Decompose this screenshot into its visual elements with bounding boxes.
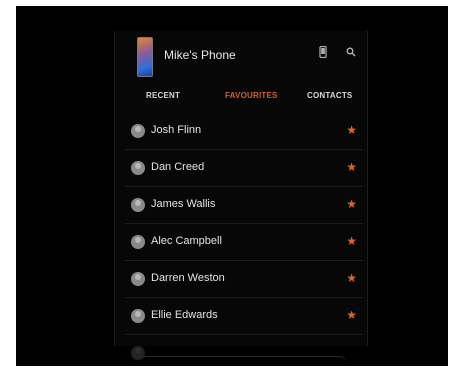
device-title: Mike's Phone xyxy=(164,48,236,62)
list-item[interactable]: Alec Campbell ★ xyxy=(125,224,363,261)
tab-contacts[interactable]: CONTACTS xyxy=(307,91,352,100)
star-icon[interactable]: ★ xyxy=(346,197,357,211)
phone-screen: Mike's Phone RECENT FAVOURITES CONTACTS xyxy=(16,6,448,366)
contact-name: Darren Weston xyxy=(151,272,225,284)
tab-bar: RECENT FAVOURITES CONTACTS xyxy=(115,91,367,107)
app-header: Mike's Phone xyxy=(115,31,367,81)
avatar xyxy=(131,161,145,175)
bottom-bezel xyxy=(134,356,346,363)
avatar xyxy=(131,235,145,249)
app-window: Mike's Phone RECENT FAVOURITES CONTACTS xyxy=(114,31,368,360)
star-icon[interactable]: ★ xyxy=(346,160,357,174)
star-icon[interactable]: ★ xyxy=(346,271,357,285)
avatar xyxy=(131,198,145,212)
contact-name: Alec Campbell xyxy=(151,235,222,247)
tab-recent[interactable]: RECENT xyxy=(146,91,180,100)
list-item[interactable]: Josh Flinn ★ xyxy=(125,113,363,150)
list-item[interactable]: Darren Weston ★ xyxy=(125,261,363,298)
contact-name: James Wallis xyxy=(151,198,216,210)
avatar xyxy=(131,272,145,286)
contact-name: Josh Flinn xyxy=(151,124,202,136)
star-icon[interactable]: ★ xyxy=(346,234,357,248)
list-item[interactable]: Ellie Edwards ★ xyxy=(125,298,363,335)
tab-favourites[interactable]: FAVOURITES xyxy=(225,91,278,100)
list-item[interactable]: James Wallis ★ xyxy=(125,187,363,224)
phone-icon[interactable] xyxy=(315,45,331,62)
avatar xyxy=(131,124,145,138)
contact-name: Dan Creed xyxy=(151,161,205,173)
contact-name: Ellie Edwards xyxy=(151,309,218,321)
list-item[interactable]: Dan Creed ★ xyxy=(125,150,363,187)
phone-device-icon xyxy=(137,37,153,77)
star-icon[interactable]: ★ xyxy=(346,308,357,322)
star-icon[interactable]: ★ xyxy=(346,123,357,137)
search-icon[interactable] xyxy=(343,46,359,62)
avatar xyxy=(131,309,145,323)
